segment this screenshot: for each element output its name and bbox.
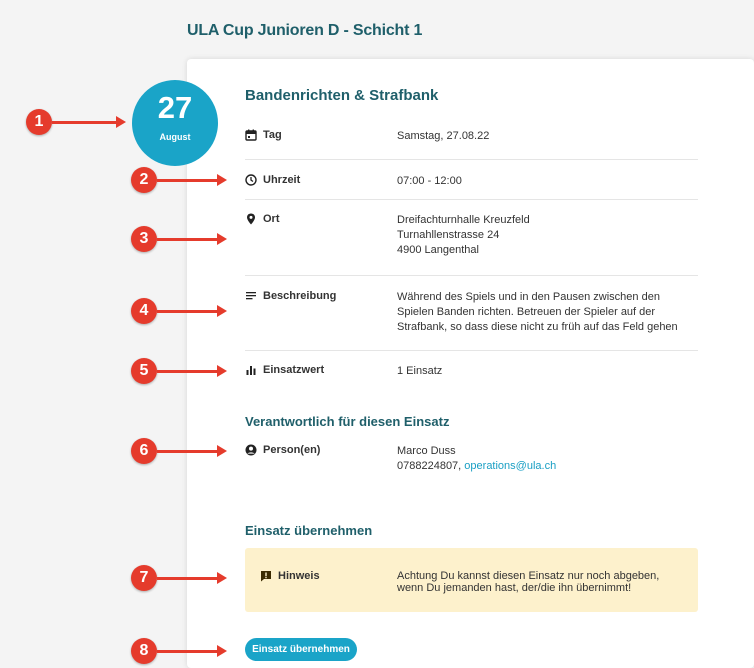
annotation-marker-2: 2 [131,167,157,193]
detail-label-ort: Ort [263,213,280,225]
address-line: 4900 Langenthal [397,244,479,256]
detail-label-uhrzeit: Uhrzeit [263,174,301,186]
annotation-arrow-icon [157,305,227,317]
shift-title: Bandenrichten & Strafbank [245,87,439,104]
annotation-marker-8: 8 [131,638,157,664]
responsible-heading: Verantwortlich für diesen Einsatz [245,414,450,429]
person-phone: 0788224807, [397,460,462,472]
detail-value-einsatzwert: 1 Einsatz [397,365,443,377]
detail-value-uhrzeit: 07:00 - 12:00 [397,175,462,187]
description-lines-icon [246,292,256,300]
hint-text: Achtung Du kannst diesen Einsatz nur noc… [397,570,660,594]
divider [245,350,698,351]
clock-icon [245,174,257,186]
divider [245,159,698,160]
detail-value-beschreibung: Während des Spiels und in den Pausen zwi… [397,291,678,333]
detail-value-ort: Dreifachturnhalle Kreuzfeld Turnahllenst… [397,213,698,258]
annotation-marker-6: 6 [131,438,157,464]
detail-label-tag: Tag [263,129,282,141]
person-email-link[interactable]: operations@ula.ch [464,460,556,472]
detail-value-person: Marco Duss 0788224807, operations@ula.ch [397,444,698,474]
location-pin-icon [247,213,255,225]
date-badge: 27 August [132,80,218,166]
annotation-marker-5: 5 [131,358,157,384]
user-circle-icon [245,444,257,456]
bar-chart-icon [246,366,256,375]
detail-label-einsatzwert: Einsatzwert [263,364,325,376]
annotation-arrow-icon [157,174,227,186]
page-title: ULA Cup Junioren D - Schicht 1 [187,22,423,39]
take-over-heading: Einsatz übernehmen [245,523,373,538]
calendar-icon [245,129,257,141]
address-line: Turnahllenstrasse 24 [397,229,500,241]
divider [245,199,698,200]
annotation-arrow-icon [157,445,227,457]
detail-label-person: Person(en) [263,444,321,456]
annotation-marker-4: 4 [131,298,157,324]
alert-message-icon [261,571,271,582]
annotation-marker-3: 3 [131,226,157,252]
address-line: Dreifachturnhalle Kreuzfeld [397,214,530,226]
divider [245,275,698,276]
annotation-marker-7: 7 [131,565,157,591]
date-month: August [159,132,191,142]
annotation-arrow-icon [157,645,227,657]
detail-value-tag: Samstag, 27.08.22 [397,130,490,142]
annotation-marker-1: 1 [26,109,52,135]
person-name: Marco Duss [397,445,456,457]
hint-label: Hinweis [278,570,320,582]
hint-box: Hinweis Achtung Du kannst diesen Einsatz… [245,548,698,612]
detail-label-beschreibung: Beschreibung [263,290,337,302]
annotation-arrow-icon [157,233,227,245]
take-over-button[interactable]: Einsatz übernehmen [245,638,357,661]
annotation-arrow-icon [157,365,227,377]
annotation-arrow-icon [157,572,227,584]
date-day: 27 [157,90,193,125]
annotation-arrow-icon [52,116,126,128]
